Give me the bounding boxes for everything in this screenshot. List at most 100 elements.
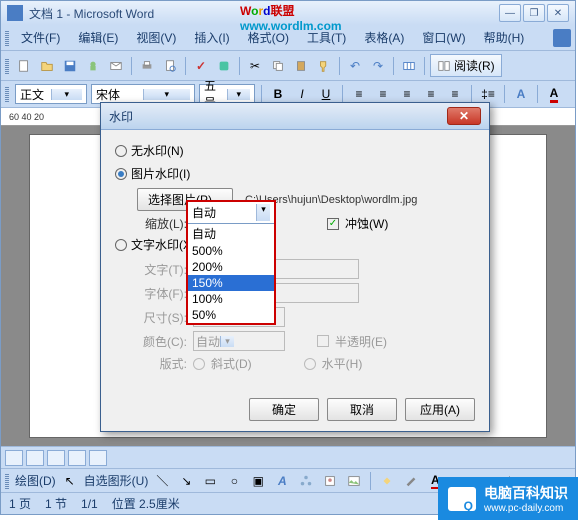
- rectangle-shape-icon[interactable]: ▭: [200, 471, 220, 491]
- size-combo[interactable]: 五号▾: [199, 84, 255, 104]
- line-color-icon[interactable]: [401, 471, 421, 491]
- radio-diagonal: [193, 358, 205, 370]
- clipart-icon[interactable]: [320, 471, 340, 491]
- outline-view-icon[interactable]: [68, 450, 86, 466]
- scale-dropdown-selected[interactable]: 自动▾: [188, 202, 274, 224]
- print-view-icon[interactable]: [47, 450, 65, 466]
- web-view-icon[interactable]: [26, 450, 44, 466]
- arrow-shape-icon[interactable]: ↘: [176, 471, 196, 491]
- scale-option[interactable]: 自动: [188, 224, 274, 243]
- oval-shape-icon[interactable]: ○: [224, 471, 244, 491]
- distribute-icon[interactable]: ≡: [445, 84, 465, 104]
- toolbar-handle[interactable]: [5, 473, 9, 489]
- scale-option-highlighted[interactable]: 150%: [188, 275, 274, 291]
- radio-text-watermark[interactable]: [115, 239, 127, 251]
- research-icon[interactable]: [214, 56, 234, 76]
- label-scale: 缩放(L):: [137, 215, 187, 232]
- label-no-watermark: 无水印(N): [131, 142, 184, 159]
- menu-insert[interactable]: 插入(I): [186, 27, 237, 48]
- menu-table[interactable]: 表格(A): [356, 27, 412, 48]
- menu-help[interactable]: 帮助(H): [476, 27, 533, 48]
- picture-icon[interactable]: [344, 471, 364, 491]
- scale-option[interactable]: 200%: [188, 259, 274, 275]
- paste-icon[interactable]: [291, 56, 311, 76]
- align-left-icon[interactable]: ≡: [349, 84, 369, 104]
- label-layout: 版式:: [137, 355, 187, 372]
- justify-icon[interactable]: ≡: [421, 84, 441, 104]
- word-icon: [7, 5, 23, 21]
- label-text: 文字(T):: [137, 261, 187, 278]
- menu-window[interactable]: 窗口(W): [414, 27, 473, 48]
- permission-icon[interactable]: [83, 56, 103, 76]
- font-combo[interactable]: 宋体▾: [91, 84, 195, 104]
- radio-no-watermark[interactable]: [115, 145, 127, 157]
- line-shape-icon[interactable]: ＼: [152, 471, 172, 491]
- scale-option[interactable]: 50%: [188, 307, 274, 323]
- save-icon[interactable]: [60, 56, 80, 76]
- site-url: www.pc-daily.com: [484, 503, 568, 514]
- scale-dropdown[interactable]: 自动▾ 自动 500% 200% 150% 100% 50%: [186, 200, 276, 325]
- redo-icon[interactable]: ↷: [368, 56, 388, 76]
- site-logo: Word联盟 www.wordlm.com: [240, 2, 342, 33]
- radio-horizontal: [304, 358, 316, 370]
- undo-icon[interactable]: ↶: [345, 56, 365, 76]
- view-bar: [1, 446, 575, 468]
- toolbar-handle[interactable]: [5, 86, 9, 102]
- site-icon: [448, 487, 476, 511]
- dialog-titlebar[interactable]: 水印 ✕: [101, 103, 489, 130]
- diagram-icon[interactable]: [296, 471, 316, 491]
- label-diagonal: 斜式(D): [211, 355, 252, 372]
- underline-icon[interactable]: U: [316, 84, 336, 104]
- copy-icon[interactable]: [268, 56, 288, 76]
- table-insert-icon[interactable]: [399, 56, 419, 76]
- status-section: 1 节: [45, 495, 67, 512]
- normal-view-icon[interactable]: [5, 450, 23, 466]
- textbox-icon[interactable]: ▣: [248, 471, 268, 491]
- select-arrow-icon[interactable]: ↖: [60, 471, 80, 491]
- minimize-button[interactable]: —: [499, 4, 521, 22]
- status-pages: 1/1: [81, 497, 98, 511]
- toolbar-handle[interactable]: [5, 58, 9, 74]
- status-page: 1 页: [9, 495, 31, 512]
- align-center-icon[interactable]: ≡: [373, 84, 393, 104]
- help-icon[interactable]: [553, 29, 571, 47]
- autoshapes-menu[interactable]: 自选图形(U): [84, 472, 149, 489]
- dialog-close-button[interactable]: ✕: [447, 107, 481, 125]
- radio-picture-watermark[interactable]: [115, 168, 127, 180]
- cancel-button[interactable]: 取消: [327, 398, 397, 421]
- italic-icon[interactable]: I: [292, 84, 312, 104]
- scale-option[interactable]: 100%: [188, 291, 274, 307]
- style-combo[interactable]: 正文▾: [15, 84, 87, 104]
- format-painter-icon[interactable]: [314, 56, 334, 76]
- apply-button[interactable]: 应用(A): [405, 398, 475, 421]
- new-icon[interactable]: [14, 56, 34, 76]
- draw-menu[interactable]: 绘图(D): [15, 472, 56, 489]
- scale-option[interactable]: 500%: [188, 243, 274, 259]
- ok-button[interactable]: 确定: [249, 398, 319, 421]
- font-color-icon[interactable]: A: [544, 84, 564, 104]
- close-button[interactable]: ✕: [547, 4, 569, 22]
- site-name: 电脑百科知识: [484, 483, 568, 503]
- spelling-icon[interactable]: ✓: [191, 56, 211, 76]
- label-horizontal: 水平(H): [322, 355, 363, 372]
- maximize-button[interactable]: ❐: [523, 4, 545, 22]
- mail-icon[interactable]: [106, 56, 126, 76]
- menu-view[interactable]: 视图(V): [128, 27, 184, 48]
- menu-file[interactable]: 文件(F): [13, 27, 68, 48]
- cut-icon[interactable]: ✂: [245, 56, 265, 76]
- bold-icon[interactable]: B: [268, 84, 288, 104]
- print-icon[interactable]: [137, 56, 157, 76]
- open-icon[interactable]: [37, 56, 57, 76]
- char-scale-icon[interactable]: A: [511, 84, 531, 104]
- label-semitransparent: 半透明(E): [335, 333, 387, 350]
- toolbar-handle[interactable]: [5, 30, 9, 46]
- read-button[interactable]: 阅读(R): [430, 54, 502, 77]
- wordart-icon[interactable]: A: [272, 471, 292, 491]
- align-right-icon[interactable]: ≡: [397, 84, 417, 104]
- fill-color-icon[interactable]: [377, 471, 397, 491]
- line-spacing-icon[interactable]: ‡≡: [478, 84, 498, 104]
- reading-view-icon[interactable]: [89, 450, 107, 466]
- checkbox-washout[interactable]: [327, 218, 339, 230]
- menu-edit[interactable]: 编辑(E): [70, 27, 126, 48]
- preview-icon[interactable]: [160, 56, 180, 76]
